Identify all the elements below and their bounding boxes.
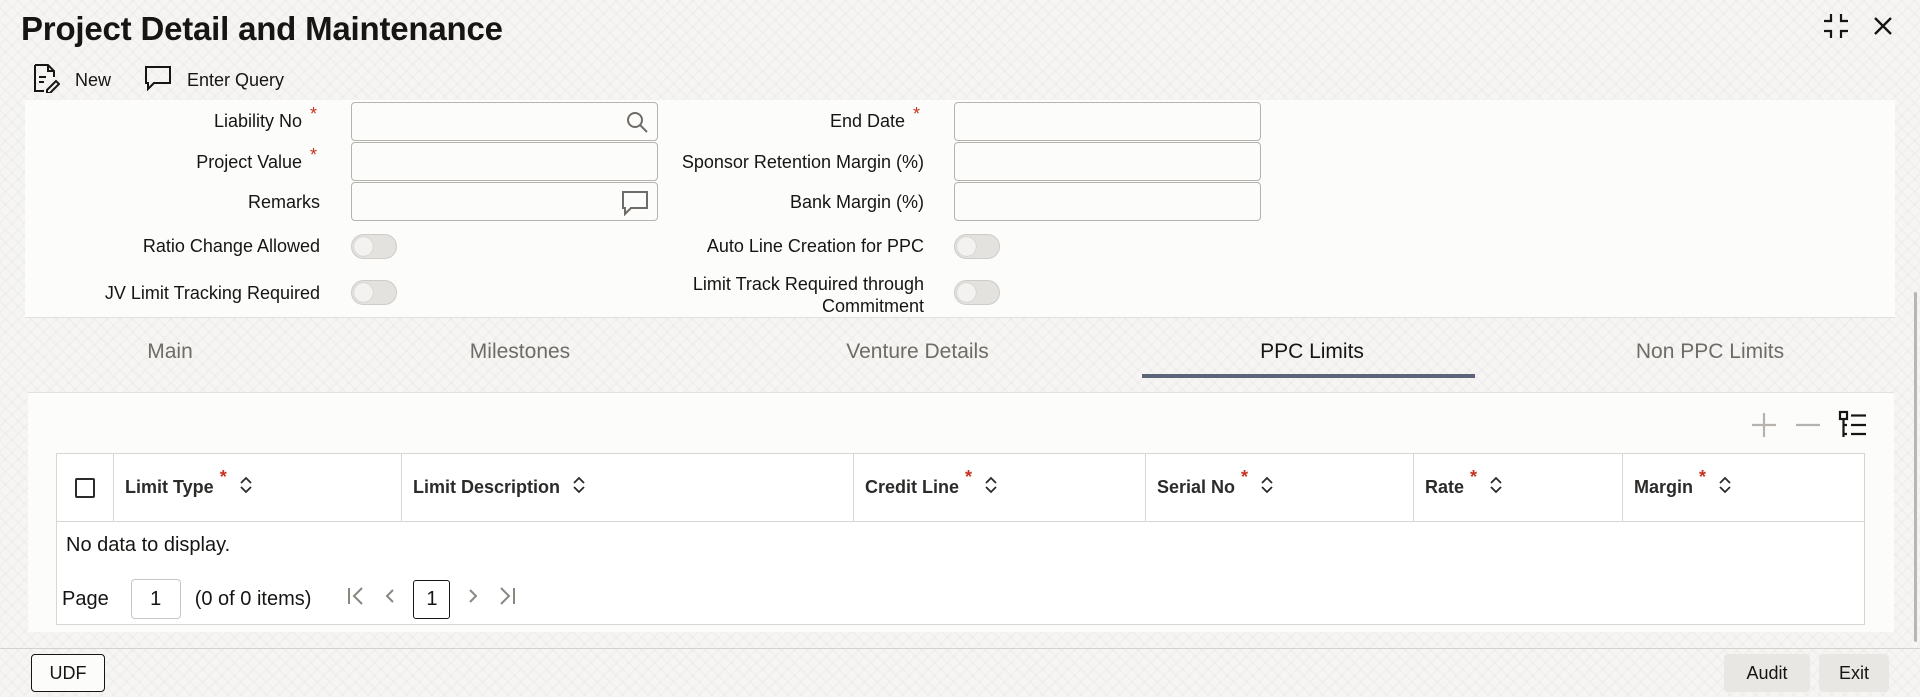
column-limit-type[interactable]: Limit Type *	[114, 454, 402, 521]
ratio-change-toggle[interactable]	[351, 234, 397, 259]
new-button-label: New	[75, 70, 112, 90]
required-marker: *	[310, 104, 318, 124]
table-header: Limit Type * Limit Description Credit Li…	[57, 454, 1864, 522]
tab-milestones[interactable]: Milestones	[450, 340, 590, 364]
required-marker: *	[310, 145, 318, 165]
end-date-input[interactable]	[954, 102, 1261, 141]
sponsor-margin-input[interactable]	[954, 142, 1261, 181]
auto-line-toggle[interactable]	[954, 234, 1000, 259]
limit-track-label-line2: Commitment	[821, 296, 924, 316]
remarks-label: Remarks	[247, 192, 320, 212]
column-margin[interactable]: Margin *	[1623, 454, 1864, 521]
delete-row-icon[interactable]	[1794, 411, 1822, 444]
vertical-scrollbar[interactable]	[1914, 292, 1917, 642]
bank-margin-input[interactable]	[954, 182, 1261, 221]
column-rate-label: Rate	[1425, 477, 1465, 497]
pager-nav: 1	[345, 579, 518, 619]
sort-icon[interactable]	[572, 475, 586, 500]
new-button[interactable]: New	[32, 63, 111, 98]
collapse-icon[interactable]	[1822, 12, 1850, 45]
liability-no-input[interactable]	[351, 102, 658, 141]
required-marker: *	[219, 467, 227, 487]
enter-query-label: Enter Query	[187, 70, 285, 90]
column-credit-line[interactable]: Credit Line *	[854, 454, 1146, 521]
column-limit-description[interactable]: Limit Description	[402, 454, 854, 521]
add-row-icon[interactable]	[1750, 411, 1778, 444]
tab-non-ppc-limits[interactable]: Non PPC Limits	[1630, 340, 1790, 364]
jv-limit-label: JV Limit Tracking Required	[104, 283, 320, 303]
udf-button[interactable]: UDF	[31, 654, 105, 692]
items-summary: (0 of 0 items)	[194, 587, 312, 610]
end-date-label: End Date	[829, 111, 905, 131]
current-page-button[interactable]: 1	[413, 579, 451, 619]
sort-icon[interactable]	[1260, 475, 1274, 500]
sponsor-margin-label: Sponsor Retention Margin (%)	[681, 152, 924, 172]
pagination: Page 1 (0 of 0 items) 1	[62, 579, 518, 619]
sort-icon[interactable]	[1718, 475, 1732, 500]
jv-limit-toggle[interactable]	[351, 280, 397, 305]
window-controls	[1822, 12, 1894, 45]
sort-icon[interactable]	[1489, 475, 1503, 500]
footer-divider	[0, 648, 1920, 649]
sort-icon[interactable]	[239, 475, 253, 500]
single-record-view-icon[interactable]	[1838, 410, 1868, 445]
column-rate[interactable]: Rate *	[1414, 454, 1623, 521]
required-marker: *	[965, 467, 973, 487]
tab-venture-details[interactable]: Venture Details	[830, 340, 1005, 364]
next-page-icon[interactable]	[464, 585, 482, 613]
limit-track-label-line1: Limit Track Required through	[692, 274, 924, 294]
tab-ppc-limits[interactable]: PPC Limits	[1232, 340, 1392, 364]
empty-table-message: No data to display.	[66, 534, 231, 556]
enter-query-button[interactable]: Enter Query	[144, 65, 284, 96]
required-marker: *	[1699, 467, 1707, 487]
current-page-label: 1	[426, 587, 438, 610]
limit-track-toggle[interactable]	[954, 280, 1000, 305]
tab-main[interactable]: Main	[140, 340, 200, 364]
column-serial-no[interactable]: Serial No *	[1146, 454, 1414, 521]
select-all-checkbox[interactable]	[75, 477, 95, 498]
sort-icon[interactable]	[984, 475, 998, 500]
page-number-input-value: 1	[150, 587, 162, 610]
column-serial-no-label: Serial No	[1157, 477, 1236, 497]
audit-button[interactable]: Audit	[1724, 654, 1810, 692]
page-label: Page	[62, 587, 109, 610]
bank-margin-label: Bank Margin (%)	[789, 192, 924, 212]
previous-page-icon[interactable]	[381, 585, 399, 613]
page-title: Project Detail and Maintenance	[21, 10, 503, 47]
active-tab-indicator	[1142, 374, 1475, 378]
remarks-input[interactable]	[351, 182, 658, 221]
page-number-input[interactable]: 1	[130, 579, 181, 619]
close-icon[interactable]	[1872, 15, 1894, 42]
first-page-icon[interactable]	[345, 585, 367, 613]
required-marker: *	[913, 104, 921, 124]
grid-actions	[1750, 410, 1868, 445]
new-document-icon	[32, 63, 61, 98]
required-marker: *	[1241, 467, 1249, 487]
toolbar: New Enter Query	[32, 63, 284, 98]
project-value-input[interactable]	[351, 142, 658, 181]
project-value-label: Project Value	[196, 152, 302, 172]
enter-query-icon	[144, 65, 172, 96]
column-margin-label: Margin	[1634, 477, 1694, 497]
select-all-cell	[57, 454, 114, 521]
column-limit-description-label: Limit Description	[413, 477, 561, 497]
limit-track-label: Limit Track Required through Commitment	[620, 273, 924, 317]
column-limit-type-label: Limit Type	[125, 477, 214, 497]
search-icon[interactable]	[625, 110, 649, 139]
ratio-change-label: Ratio Change Allowed	[142, 236, 320, 256]
exit-button[interactable]: Exit	[1819, 654, 1889, 692]
column-credit-line-label: Credit Line	[865, 477, 960, 497]
auto-line-label: Auto Line Creation for PPC	[706, 236, 924, 256]
last-page-icon[interactable]	[496, 585, 518, 613]
comment-icon[interactable]	[621, 190, 649, 221]
liability-no-label: Liability No	[213, 111, 302, 131]
required-marker: *	[1470, 467, 1478, 487]
